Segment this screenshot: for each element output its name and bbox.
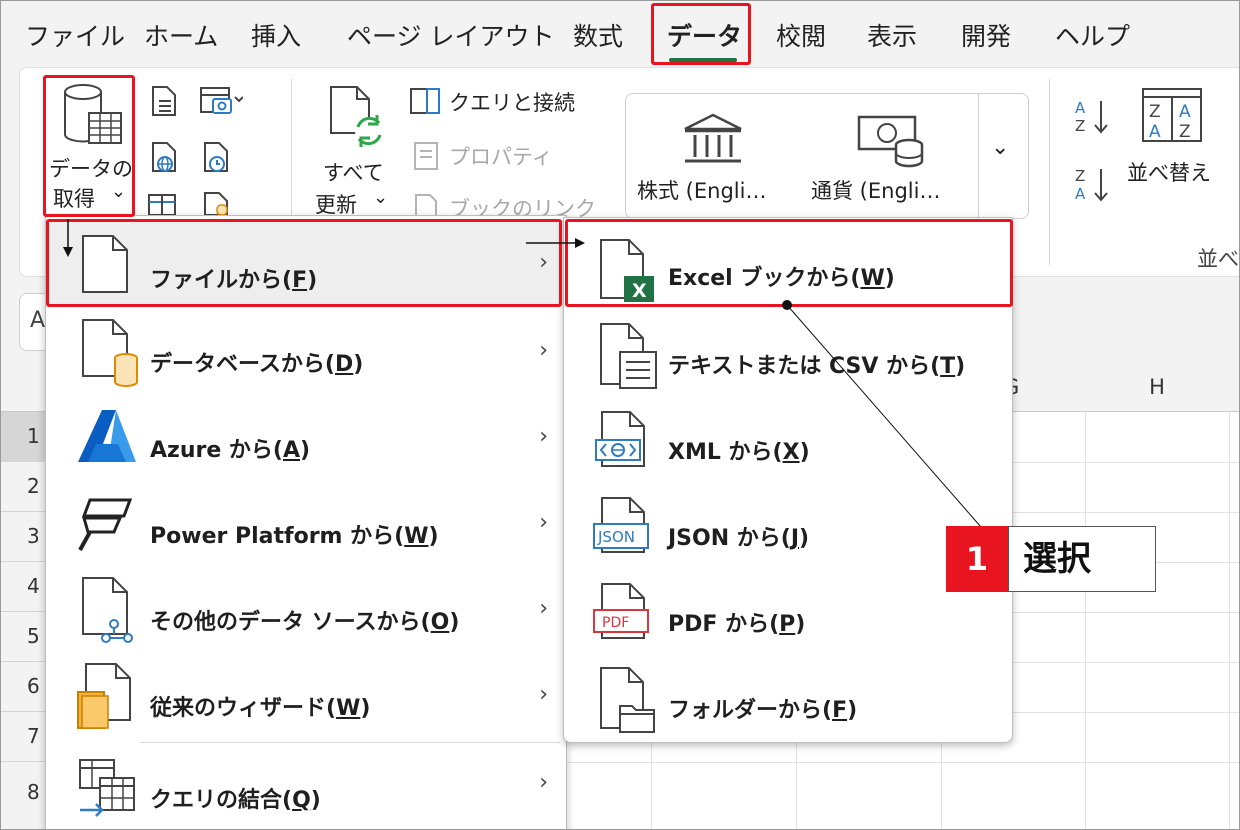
annotation-lines — [63, 219, 982, 528]
step-number-badge: 1 — [946, 526, 1008, 592]
arrow-head — [575, 238, 585, 248]
leader-dot — [782, 300, 792, 310]
arrow-head — [63, 247, 73, 257]
leader-line — [786, 304, 982, 528]
step-label: 選択 — [1008, 526, 1156, 592]
excel-window: ファイル ホーム 挿入 ページ レイアウト 数式 データ 校閲 表示 開発 ヘル… — [0, 0, 1240, 830]
